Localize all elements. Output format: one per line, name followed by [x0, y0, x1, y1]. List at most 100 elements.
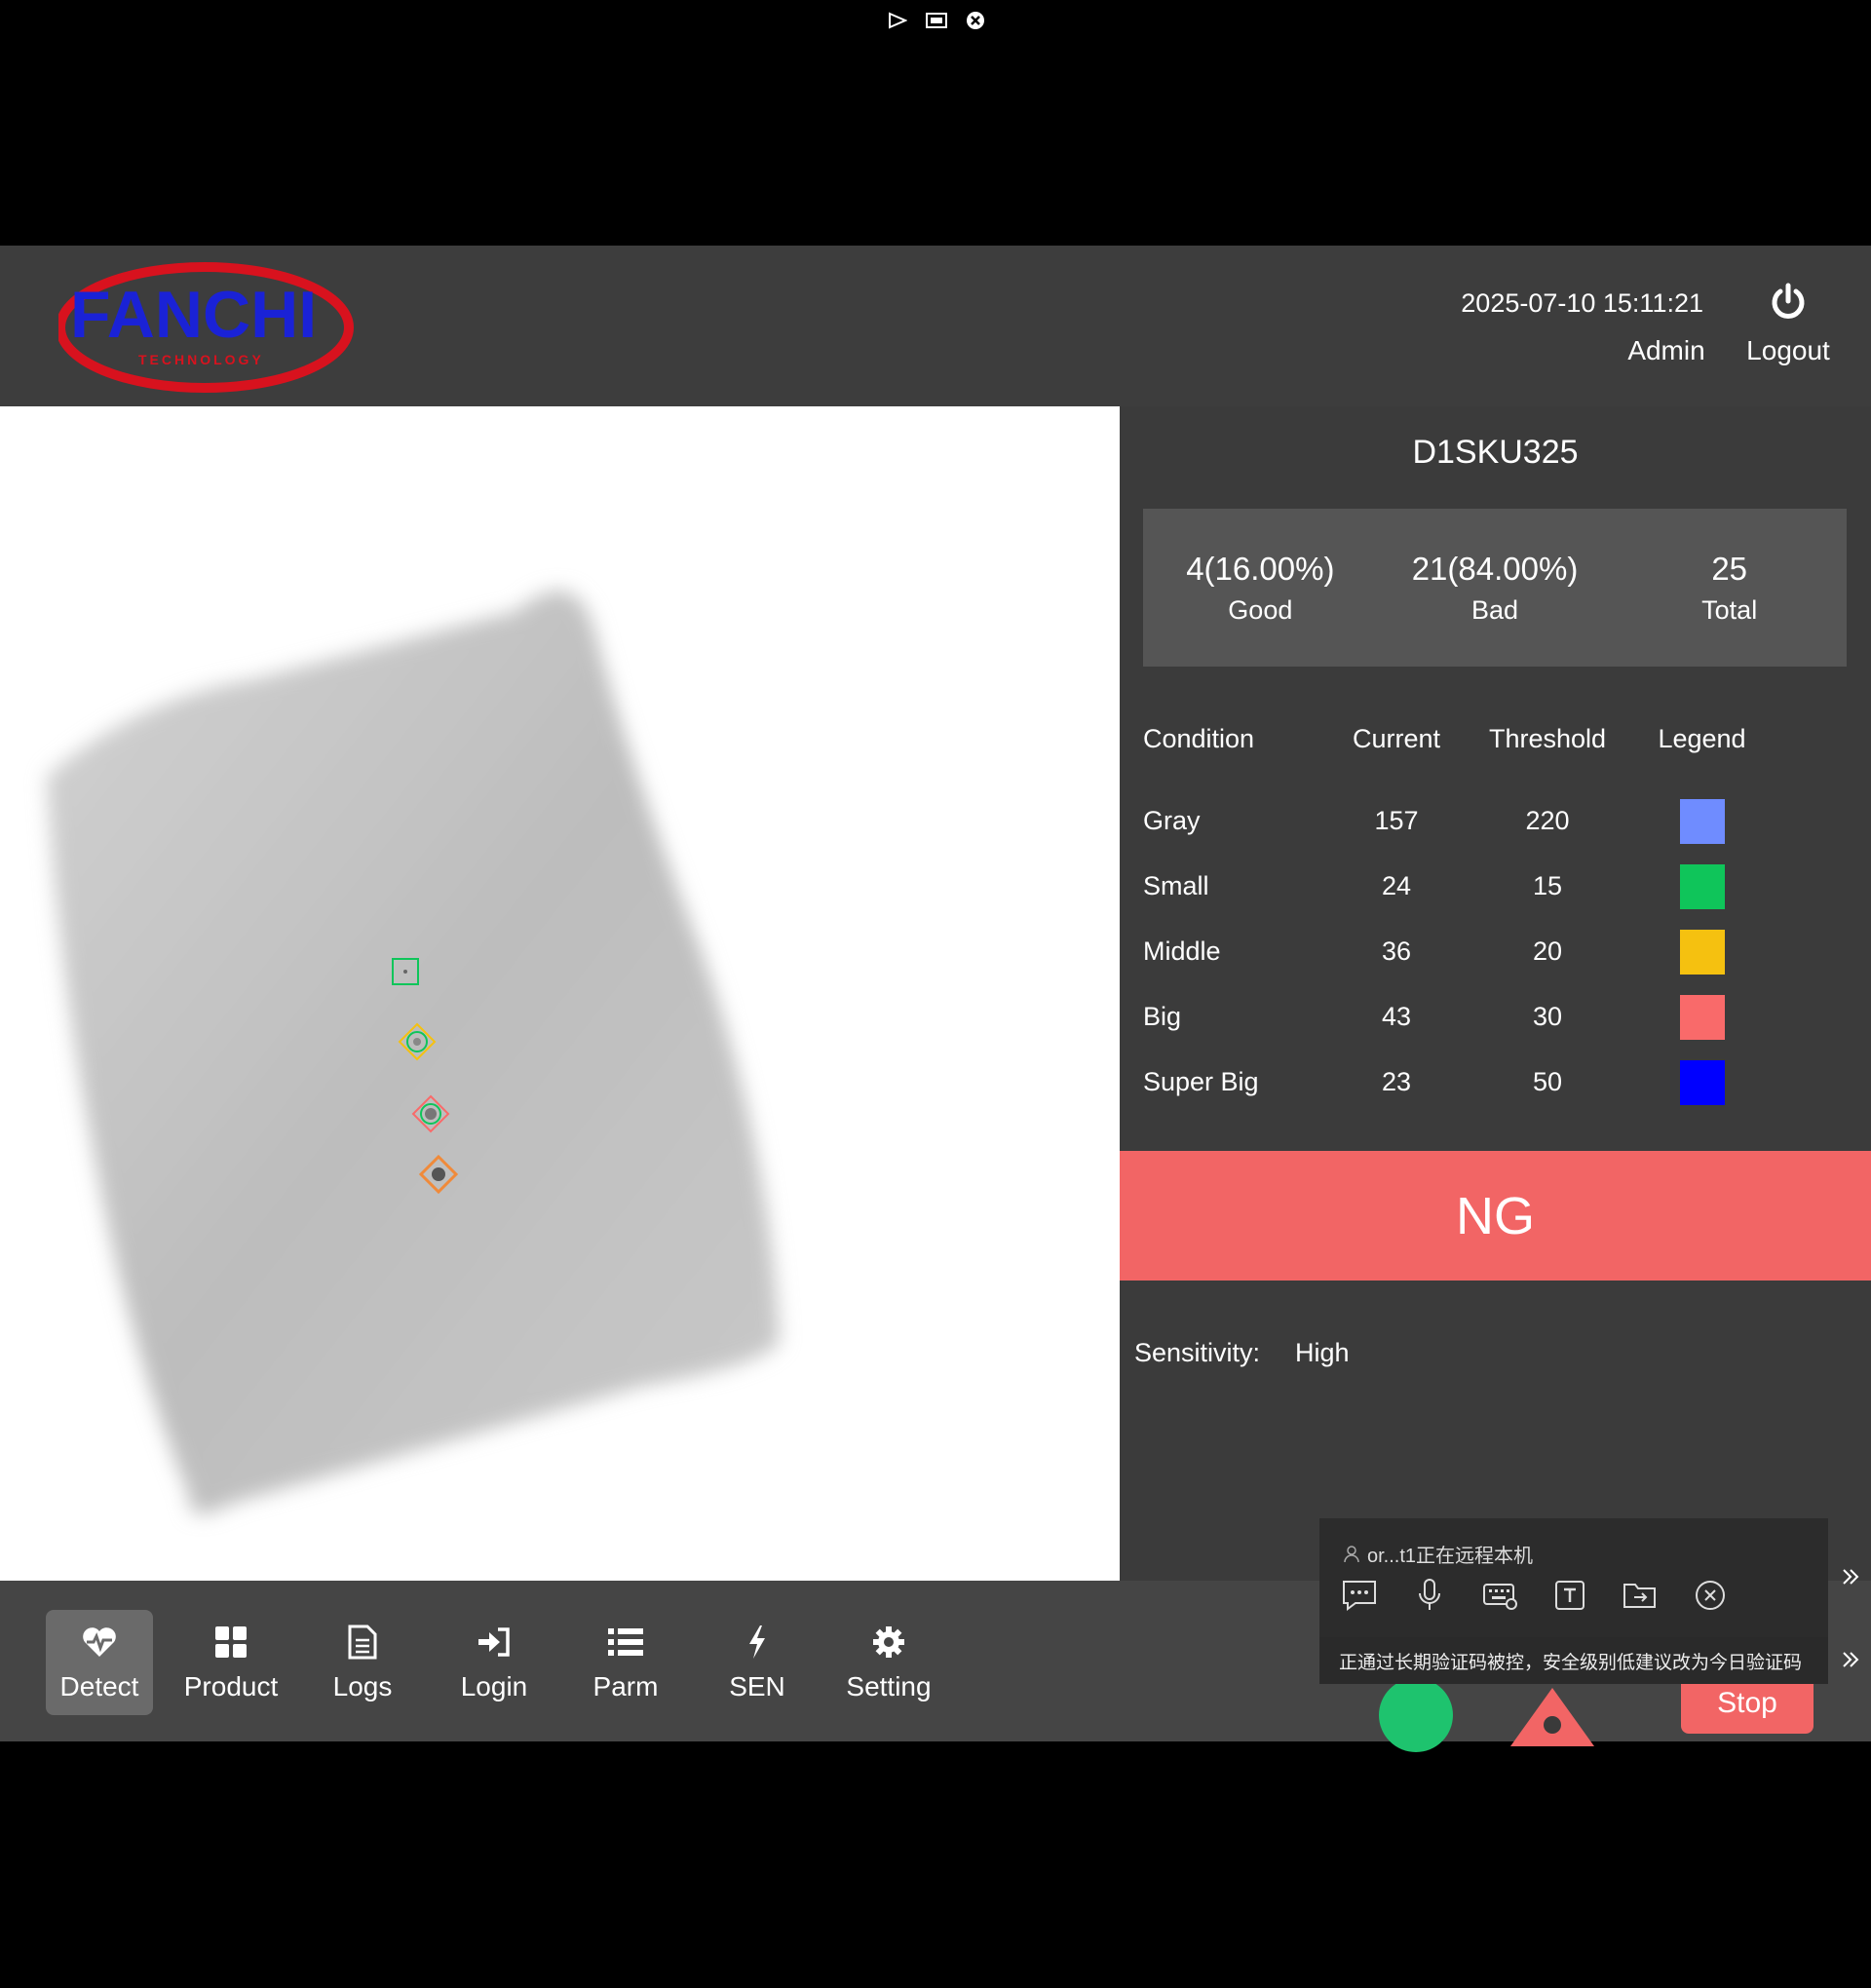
status-ok-indicator[interactable] [1379, 1678, 1453, 1752]
sensitivity-label: Sensitivity: [1134, 1338, 1261, 1367]
sensitivity-value: High [1295, 1338, 1350, 1367]
legend-swatch [1679, 929, 1725, 975]
screen-icon[interactable] [926, 10, 947, 31]
sign-in-icon [475, 1623, 514, 1662]
remote-session-panel: or...t1正在远程本机 [1319, 1518, 1828, 1637]
pointer-icon[interactable] [887, 10, 908, 31]
legend-swatch [1679, 798, 1725, 844]
xray-image [47, 591, 780, 1514]
inspection-panel: D1SKU325 4(16.00%) Good 21(84.00%) Bad 2… [1120, 406, 1871, 1581]
threshold-cell: 220 [1525, 806, 1570, 835]
nav-setting[interactable]: Setting [835, 1610, 942, 1715]
bad-stat: 21(84.00%) Bad [1378, 509, 1613, 667]
gear-icon [869, 1623, 908, 1662]
good-count: 4(16.00%) [1186, 550, 1335, 587]
sensitivity-info: Sensitivity: High [1134, 1338, 1350, 1368]
threshold-cell: 50 [1532, 1067, 1563, 1096]
logo-subtext: TECHNOLOGY [138, 352, 264, 367]
total-count: 25 [1711, 550, 1748, 587]
power-icon [1772, 283, 1805, 319]
remote-user-text: or...t1正在远程本机 [1367, 1546, 1534, 1567]
col-header-threshold: Threshold [1488, 723, 1607, 753]
remote-session-overlay: or...t1正在远程本机 正通过长期验证码被控，安全级别低建议改为今日验证码 [1319, 1518, 1871, 1684]
nav-parm[interactable]: Parm [572, 1610, 679, 1715]
heartbeat-icon [80, 1623, 119, 1662]
good-label: Good [1228, 594, 1293, 625]
nav-label: Product [183, 1671, 279, 1701]
xray-image-viewer[interactable] [0, 406, 1120, 1581]
condition-cell: Super Big [1143, 1067, 1259, 1096]
product-name: D1SKU325 [1412, 434, 1579, 471]
bad-count: 21(84.00%) [1411, 550, 1579, 587]
legend-swatch [1679, 1059, 1725, 1105]
col-header-current: Current [1352, 723, 1441, 753]
condition-table: Condition Current Threshold Legend Gray … [1143, 708, 1847, 1115]
condition-cell: Gray [1143, 806, 1201, 835]
nav-label: Parm [592, 1671, 659, 1701]
text-input-icon[interactable] [1551, 1577, 1588, 1614]
threshold-cell: 20 [1532, 937, 1563, 966]
warning-icon[interactable] [1510, 1688, 1594, 1746]
condition-cell: Middle [1143, 937, 1221, 966]
keyboard-icon[interactable] [1481, 1577, 1518, 1614]
nav-sen[interactable]: SEN [704, 1610, 811, 1715]
table-row: Gray 157 220 [1143, 788, 1847, 854]
list-icon [606, 1623, 645, 1662]
remote-user-status: or...t1正在远程本机 [1344, 1540, 1533, 1568]
nav-label: Setting [846, 1671, 932, 1701]
condition-cell: Small [1143, 871, 1209, 900]
grid-icon [211, 1623, 250, 1662]
table-row: Big 43 30 [1143, 984, 1847, 1050]
current-cell: 36 [1381, 937, 1412, 966]
header-bar: FANCHI TECHNOLOGY 2025-07-10 15:11:21 Ad… [0, 246, 1871, 406]
table-header: Condition Current Threshold Legend [1143, 708, 1847, 769]
current-cell: 24 [1381, 871, 1412, 900]
datetime-display: 2025-07-10 15:11:21 [1461, 288, 1703, 318]
microphone-icon[interactable] [1411, 1577, 1448, 1614]
remote-security-notice: 正通过长期验证码被控，安全级别低建议改为今日验证码 [1319, 1637, 1828, 1684]
nav-label: Login [460, 1671, 528, 1701]
legend-swatch [1679, 863, 1725, 909]
table-row: Super Big 23 50 [1143, 1050, 1847, 1115]
logout-button[interactable]: Logout [1735, 283, 1842, 380]
nav-product[interactable]: Product [177, 1610, 285, 1715]
current-cell: 43 [1381, 1002, 1412, 1031]
nav-label: Detect [59, 1671, 139, 1701]
table-row: Middle 36 20 [1143, 919, 1847, 984]
nav-label: Logs [332, 1671, 393, 1701]
logo-text: FANCHI [70, 278, 317, 352]
expand-icon[interactable] [1836, 1562, 1865, 1591]
company-logo: FANCHI TECHNOLOGY [56, 259, 361, 396]
nav-label: SEN [729, 1671, 785, 1701]
col-header-condition: Condition [1143, 723, 1255, 753]
legend-swatch [1679, 994, 1725, 1040]
good-stat: 4(16.00%) Good [1143, 509, 1378, 667]
current-user: Admin [1627, 335, 1705, 365]
file-transfer-icon[interactable] [1622, 1577, 1659, 1614]
app-window: FANCHI TECHNOLOGY 2025-07-10 15:11:21 Ad… [0, 246, 1871, 1752]
result-banner: NG [1120, 1151, 1871, 1281]
document-icon [343, 1623, 382, 1662]
chat-icon[interactable] [1341, 1577, 1378, 1614]
close-circle-icon[interactable] [1692, 1577, 1729, 1614]
threshold-cell: 15 [1532, 871, 1563, 900]
nav-logs[interactable]: Logs [309, 1610, 416, 1715]
user-icon [1344, 1545, 1359, 1562]
close-icon[interactable] [965, 10, 986, 31]
nav-login[interactable]: Login [440, 1610, 548, 1715]
remote-control-bar [882, 10, 991, 31]
expand-icon[interactable] [1836, 1645, 1865, 1674]
table-row: Small 24 15 [1143, 854, 1847, 919]
total-label: Total [1701, 594, 1758, 625]
condition-cell: Big [1143, 1002, 1182, 1031]
nav-detect[interactable]: Detect [46, 1610, 153, 1715]
current-cell: 157 [1374, 806, 1419, 835]
bad-label: Bad [1470, 594, 1519, 625]
remote-actions [1341, 1577, 1729, 1614]
total-stat: 25 Total [1612, 509, 1847, 667]
col-header-legend: Legend [1658, 723, 1746, 753]
current-cell: 23 [1381, 1067, 1412, 1096]
threshold-cell: 30 [1532, 1002, 1563, 1031]
logout-label: Logout [1746, 335, 1830, 365]
stats-summary: 4(16.00%) Good 21(84.00%) Bad 25 Total [1143, 509, 1847, 667]
